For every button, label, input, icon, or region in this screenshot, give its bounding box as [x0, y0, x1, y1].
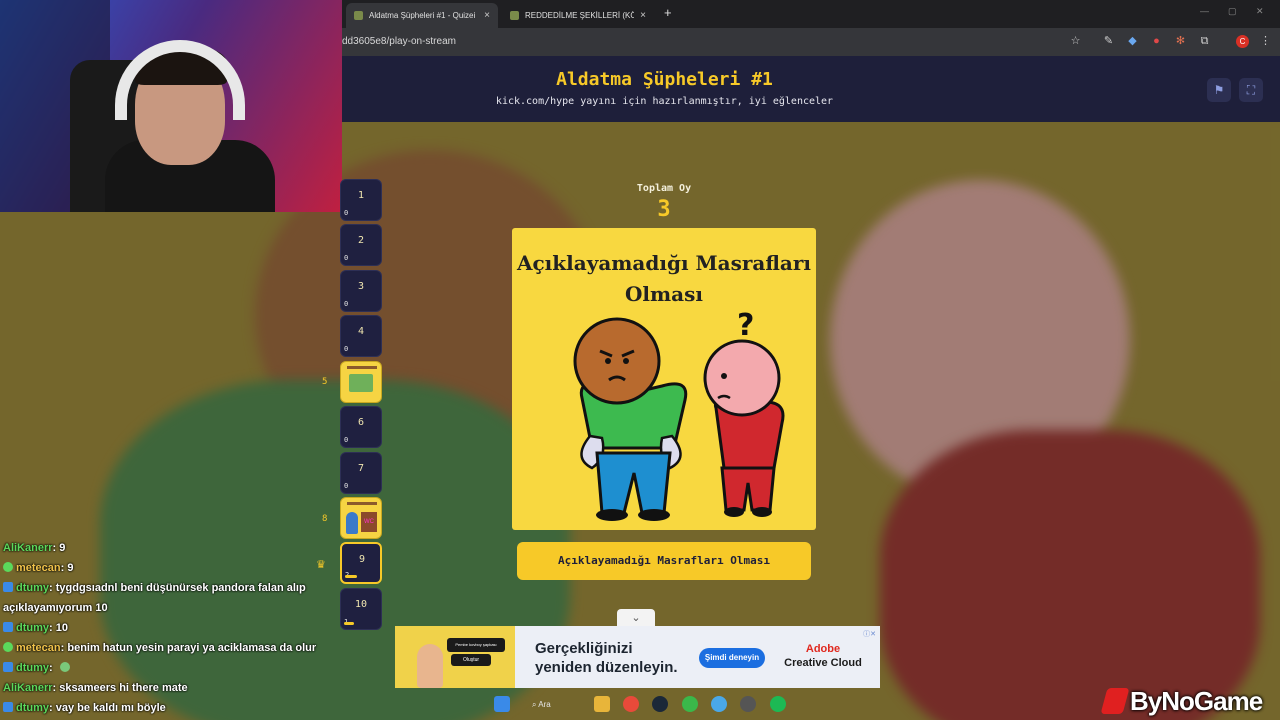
bookmark-star-icon[interactable]: ☆ — [1070, 36, 1081, 47]
ad-headline: Gerçekliğinizi yeniden düzenleyin. — [535, 640, 678, 676]
sparkle-badge-icon — [3, 562, 13, 572]
bynogame-watermark: ByNoGame — [1100, 682, 1280, 720]
chat-message: AliKanerr: sksameers hi there mate — [3, 682, 188, 694]
sub-badge-icon — [3, 622, 13, 632]
close-tab-icon[interactable]: × — [484, 10, 490, 21]
extension-shield-icon[interactable]: ◆ — [1127, 36, 1138, 47]
steam-icon[interactable] — [652, 696, 668, 712]
close-tab-icon[interactable]: × — [640, 10, 646, 21]
card-title: Açıklayamadığı Masrafları Olması — [516, 251, 812, 306]
address-bar[interactable]: dd3605e8/play-on-stream ☆ ✎ ◆ ● ✻ ⧉ ⋮ — [342, 28, 1280, 56]
chat-message: metecan: 9 — [3, 558, 333, 578]
ad-info-icon[interactable]: ⓘ✕ — [863, 629, 876, 639]
menu-dots-icon[interactable]: ⋮ — [1260, 36, 1271, 47]
sub-badge-icon — [3, 662, 13, 672]
tab-reddedilme[interactable]: REDDEDİLME ŞEKİLLERİ (KÖR S × — [502, 3, 654, 28]
chat-message: metecan: benim hatun yesin parayi ya aci… — [3, 638, 333, 658]
chat-overlay: AliKanerr: 9 metecan: 9 dtumy: tygdgsıad… — [3, 538, 333, 718]
answer-button[interactable]: Açıklayamadığı Masrafları Olması — [517, 542, 811, 580]
ad-cta-button[interactable]: Şimdi deneyin — [699, 648, 765, 668]
chat-message: dtumy: — [3, 658, 333, 678]
tab-bar: Aldatma Şüpheleri #1 - Quizei × REDDEDİL… — [342, 0, 1280, 28]
extensions-puzzle-icon[interactable]: ⧉ — [1199, 36, 1210, 47]
obs-icon[interactable] — [740, 696, 756, 712]
question-mark-icon: ? — [737, 308, 754, 343]
profile-avatar[interactable]: C — [1236, 35, 1249, 48]
brown-character — [573, 317, 688, 521]
pen-icon[interactable]: ✎ — [1103, 36, 1114, 47]
extension-gear-icon[interactable]: ✻ — [1175, 36, 1186, 47]
maximize-icon[interactable]: ▢ — [1228, 6, 1237, 17]
quiz-favicon-icon — [354, 11, 363, 20]
flag-icon[interactable]: ⚑ — [1207, 78, 1231, 102]
quiz-favicon-icon — [510, 11, 519, 20]
sparkle-badge-icon — [3, 642, 13, 652]
tab-quiz[interactable]: Aldatma Şüpheleri #1 - Quizei × — [346, 3, 498, 28]
spotify-icon[interactable] — [770, 696, 786, 712]
chrome-icon[interactable] — [623, 696, 639, 712]
headphones — [115, 40, 245, 120]
chrome-profile-icon[interactable] — [682, 696, 698, 712]
pink-character: ? — [703, 308, 785, 517]
vote-slot-9[interactable]: 9 2 — [340, 542, 382, 584]
page-title: Aldatma Şüpheleri #1 — [556, 69, 773, 90]
windows-start-icon[interactable] — [494, 696, 510, 712]
vote-slot-3[interactable]: 3 0 — [340, 270, 382, 312]
vote-slot-1[interactable]: 1 0 — [340, 179, 382, 221]
chat-message: dtumy: vay be kaldı mı böyle — [3, 698, 333, 718]
vote-slot-8-number: 8 — [322, 514, 328, 524]
taskbar: ⌕ Ara — [480, 690, 800, 720]
vote-slot-8-thumbnail[interactable]: WC — [340, 497, 382, 539]
question-card: ? Açıklayamadığı Masrafları Olması — [512, 228, 816, 530]
ad-model-figure — [417, 644, 443, 688]
total-votes-label: Toplam Oy — [636, 183, 692, 194]
close-window-icon[interactable]: ✕ — [1256, 6, 1264, 17]
vote-slot-6[interactable]: 6 0 — [340, 406, 382, 448]
minimize-icon[interactable]: — — [1200, 6, 1209, 16]
sub-badge-icon — [3, 582, 13, 592]
bynogame-logo-icon — [1100, 688, 1130, 714]
chrome-profile-2-icon[interactable] — [711, 696, 727, 712]
extension-red-icon[interactable]: ● — [1151, 36, 1162, 47]
vote-slot-10-bar — [344, 622, 354, 625]
vote-slot-2[interactable]: 2 0 — [340, 224, 382, 266]
page-subtitle: kick.com/hype yayını için hazırlanmıştır… — [495, 96, 834, 107]
vote-slot-10[interactable]: 10 1 — [340, 588, 382, 630]
quiz-header: Aldatma Şüpheleri #1 kick.com/hype yayın… — [342, 56, 1280, 122]
url-text[interactable]: dd3605e8/play-on-stream — [342, 36, 456, 47]
chat-message: dtumy: 10 — [3, 618, 333, 638]
vote-slot-7[interactable]: 7 0 — [340, 452, 382, 494]
chevron-down-icon[interactable]: ⌄ — [617, 609, 655, 627]
emote-icon — [59, 662, 70, 672]
adobe-ad-banner[interactable]: Pembe kovboy şapkası Oluştur Gerçekliğin… — [395, 626, 880, 688]
vote-slot-5-thumbnail[interactable] — [340, 361, 382, 403]
webcam-overlay — [0, 0, 342, 212]
total-votes-value: 3 — [657, 197, 671, 222]
vote-slot-5-number: 5 — [322, 377, 328, 387]
wc-door-icon: WC — [361, 512, 377, 532]
sub-badge-icon — [3, 702, 13, 712]
chat-message: AliKanerr: 9 — [3, 542, 66, 554]
taskbar-search[interactable]: ⌕ Ara — [532, 697, 578, 713]
vote-slot-4[interactable]: 4 0 — [340, 315, 382, 357]
new-tab-button[interactable]: + — [664, 5, 672, 20]
fullscreen-icon[interactable]: ⛶ — [1239, 78, 1263, 102]
chat-message: dtumy: tygdgsıadnl beni düşünürsek pando… — [3, 582, 306, 614]
adobe-logo: Adobe Creative Cloud — [784, 643, 862, 669]
vote-slot-9-bar — [345, 575, 357, 578]
file-explorer-icon[interactable] — [594, 696, 610, 712]
